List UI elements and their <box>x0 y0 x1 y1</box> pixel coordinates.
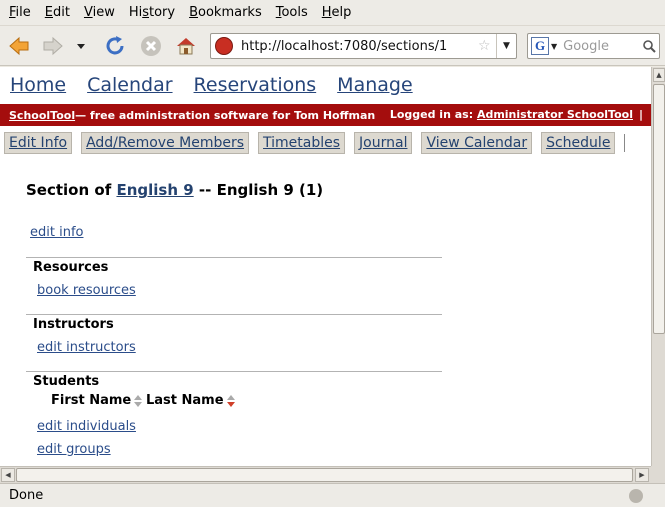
home-icon <box>177 38 195 55</box>
menu-view[interactable]: View <box>77 0 122 26</box>
resources-heading: Resources <box>33 260 109 275</box>
menu-bar: File Edit View History Bookmarks Tools H… <box>0 0 665 26</box>
course-link[interactable]: English 9 <box>116 181 193 199</box>
tab-journal[interactable]: Journal <box>354 132 413 154</box>
edit-groups-link[interactable]: edit groups <box>37 442 111 457</box>
connection-status-icon <box>629 489 643 503</box>
menu-history[interactable]: History <box>122 0 182 26</box>
url-history-dropdown[interactable]: ▼ <box>496 34 516 58</box>
book-resources-link[interactable]: book resources <box>37 283 136 298</box>
search-bar[interactable]: G ▼ Google <box>527 33 660 59</box>
vertical-scrollbar[interactable]: ▲ ▼ <box>651 67 665 483</box>
site-favicon-icon <box>215 37 233 55</box>
status-bar: Done <box>0 483 665 507</box>
menu-help[interactable]: Help <box>315 0 359 26</box>
status-text: Done <box>9 488 44 503</box>
back-button[interactable] <box>4 31 34 61</box>
sort-descending-icon[interactable] <box>227 395 235 407</box>
title-suffix: -- English 9 (1) <box>193 181 324 199</box>
banner-separator: | <box>638 108 643 121</box>
scroll-right-arrow-icon[interactable]: ▶ <box>635 468 649 482</box>
back-arrow-icon <box>9 36 29 56</box>
edit-instructors-link[interactable]: edit instructors <box>37 340 136 355</box>
nav-home-link[interactable]: Home <box>10 74 66 96</box>
tab-edit-info[interactable]: Edit Info <box>4 132 73 154</box>
menu-tools[interactable]: Tools <box>269 0 315 26</box>
login-info: Logged in as: Administrator SchoolTool | <box>390 108 643 121</box>
nav-calendar-link[interactable]: Calendar <box>87 74 172 96</box>
nav-manage-link[interactable]: Manage <box>337 74 412 96</box>
instructors-box: Instructors edit instructors <box>26 314 442 371</box>
section-actions: Edit Info Add/Remove Members Timetables … <box>0 130 651 156</box>
menu-file[interactable]: File <box>2 0 38 26</box>
banner-tagline: — free administration software for Tom H… <box>75 108 376 122</box>
sort-icon[interactable] <box>134 395 142 407</box>
page-viewport: Home Calendar Reservations Manage School… <box>0 67 651 483</box>
user-link[interactable]: Administrator SchoolTool <box>477 108 633 121</box>
scroll-thumb[interactable] <box>653 84 665 334</box>
first-name-column-header[interactable]: First Name <box>51 393 131 408</box>
schooltool-home-link[interactable]: SchoolTool <box>9 109 75 122</box>
resources-box: Resources book resources <box>26 257 442 314</box>
horizontal-scroll-thumb[interactable] <box>16 468 633 482</box>
edit-info-link[interactable]: edit info <box>30 225 83 240</box>
home-button[interactable] <box>171 31 201 61</box>
menu-edit[interactable]: Edit <box>38 0 77 26</box>
google-engine-icon[interactable]: G <box>531 37 549 55</box>
menu-bookmarks[interactable]: Bookmarks <box>182 0 269 26</box>
reload-icon <box>106 36 124 55</box>
page-title: Section of English 9 -- English 9 (1) <box>26 181 323 199</box>
forward-arrow-icon <box>43 36 63 56</box>
scroll-up-arrow-icon[interactable]: ▲ <box>653 68 665 82</box>
stop-icon <box>141 36 161 56</box>
tab-timetables[interactable]: Timetables <box>258 132 346 154</box>
logged-in-label: Logged in as: <box>389 108 477 121</box>
nav-reservations-link[interactable]: Reservations <box>194 74 317 96</box>
horizontal-scrollbar[interactable]: ◀ ▶ <box>0 466 651 483</box>
instructors-heading: Instructors <box>33 317 114 332</box>
tab-add-remove-members[interactable]: Add/Remove Members <box>81 132 250 154</box>
history-dropdown[interactable] <box>72 31 90 61</box>
navigation-toolbar: http://localhost:7080/sections/1 ☆ ▼ G ▼… <box>0 26 665 66</box>
chevron-down-icon[interactable]: ▼ <box>551 42 557 51</box>
url-bar[interactable]: http://localhost:7080/sections/1 ☆ ▼ <box>210 33 517 59</box>
bookmark-star-icon[interactable]: ☆ <box>478 38 496 54</box>
chevron-down-icon <box>77 44 85 49</box>
search-input[interactable]: Google <box>563 39 639 54</box>
students-heading: Students <box>33 374 100 389</box>
search-go-button[interactable] <box>639 39 659 53</box>
site-navigation: Home Calendar Reservations Manage <box>0 67 651 103</box>
scroll-left-arrow-icon[interactable]: ◀ <box>1 468 15 482</box>
url-text[interactable]: http://localhost:7080/sections/1 <box>241 39 478 54</box>
tab-divider <box>624 134 626 152</box>
site-banner: SchoolTool — free administration softwar… <box>0 104 651 126</box>
tab-schedule[interactable]: Schedule <box>541 132 616 154</box>
title-prefix: Section of <box>26 181 117 199</box>
students-box: Students edit individuals edit groups <box>26 371 442 471</box>
last-name-column-header[interactable]: Last Name <box>146 393 224 408</box>
stop-button[interactable] <box>136 31 166 61</box>
edit-individuals-link[interactable]: edit individuals <box>37 419 136 434</box>
tab-view-calendar[interactable]: View Calendar <box>421 132 533 154</box>
magnifier-icon <box>643 40 656 53</box>
scrollbar-corner <box>651 466 665 483</box>
reload-button[interactable] <box>100 31 130 61</box>
forward-button[interactable] <box>38 31 68 61</box>
